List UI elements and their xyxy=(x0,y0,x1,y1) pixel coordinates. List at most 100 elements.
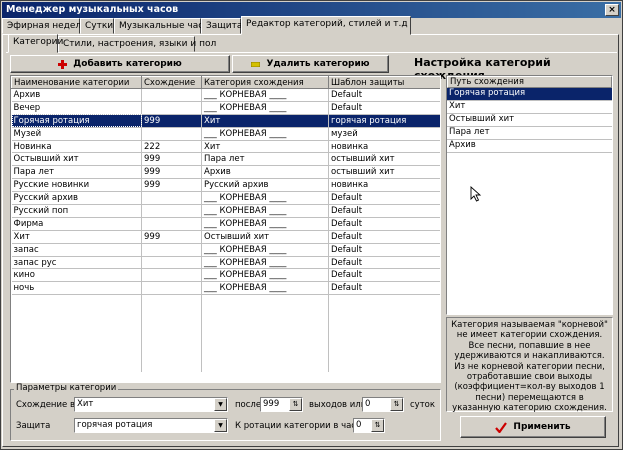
table-cell[interactable]: 222 xyxy=(141,140,202,154)
rotation-stepper[interactable]: 0 ⇅ xyxy=(353,418,385,433)
table-row[interactable]: Хит 999 Остывший хит Default xyxy=(11,230,440,244)
delete-category-button[interactable]: Удалить категорию xyxy=(232,55,389,73)
table-cell[interactable]: Остывший хит xyxy=(11,152,142,167)
table-cell[interactable]: ___ КОРНЕВАЯ ____ xyxy=(201,88,329,102)
table-cell[interactable]: Default xyxy=(328,230,440,244)
table-cell[interactable]: кино xyxy=(11,268,142,283)
table-row[interactable]: Новинка 222 Хит новинка xyxy=(11,140,440,154)
table-cell[interactable]: Хит xyxy=(201,140,329,154)
table-row[interactable]: запас рус ___ КОРНЕВАЯ ____ Default xyxy=(11,256,440,270)
table-row[interactable]: Русский архив ___ КОРНЕВАЯ ____ Default xyxy=(11,191,440,206)
table-cell[interactable]: горячая ротация xyxy=(328,114,440,128)
table-cell[interactable]: Default xyxy=(328,204,440,218)
table-cell[interactable]: Музей xyxy=(11,127,142,141)
table-cell[interactable]: запас рус xyxy=(11,256,142,270)
table-cell[interactable]: новинка xyxy=(328,178,440,193)
table-cell[interactable]: 999 xyxy=(141,152,202,167)
table-cell[interactable]: Пара лет xyxy=(11,165,142,180)
table-cell[interactable]: Архив xyxy=(11,88,142,102)
tab-day[interactable]: Сутки xyxy=(80,18,114,34)
table-cell[interactable]: Остывший хит xyxy=(201,230,329,244)
table-cell[interactable]: 999 xyxy=(141,165,202,180)
table-row[interactable]: кино ___ КОРНЕВАЯ ____ Default xyxy=(11,268,440,283)
table-cell[interactable]: остывший хит xyxy=(328,165,440,180)
table-cell[interactable] xyxy=(141,204,202,218)
table-cell[interactable]: ___ КОРНЕВАЯ ____ xyxy=(201,101,329,115)
path-list-item[interactable]: Остывший хит xyxy=(447,114,612,127)
subtab-styles[interactable]: Стили, настроения, языки и пол xyxy=(58,36,216,52)
table-cell[interactable]: ___ КОРНЕВАЯ ____ xyxy=(201,268,329,283)
spin-arrows-icon[interactable]: ⇅ xyxy=(390,398,403,411)
table-cell[interactable]: ___ КОРНЕВАЯ ____ xyxy=(201,191,329,206)
table-cell[interactable]: ___ КОРНЕВАЯ ____ xyxy=(201,256,329,270)
table-cell[interactable]: ___ КОРНЕВАЯ ____ xyxy=(201,243,329,257)
table-cell[interactable]: 999 xyxy=(141,230,202,244)
table-row[interactable]: Пара лет 999 Архив остывший хит xyxy=(11,165,440,180)
close-button[interactable]: × xyxy=(605,4,619,16)
table-cell[interactable]: музей xyxy=(328,127,440,141)
table-row[interactable]: Музей ___ КОРНЕВАЯ ____ музей xyxy=(11,127,440,141)
column-header-target-category[interactable]: Категория схождения xyxy=(201,76,329,89)
table-row[interactable]: Вечер ___ КОРНЕВАЯ ____ Default xyxy=(11,101,440,115)
chevron-down-icon[interactable]: ▼ xyxy=(214,398,227,411)
table-cell[interactable]: ___ КОРНЕВАЯ ____ xyxy=(201,204,329,218)
table-cell[interactable]: Хит xyxy=(201,114,329,128)
table-cell[interactable]: Русский архив xyxy=(201,178,329,193)
table-cell[interactable] xyxy=(141,268,202,283)
table-cell[interactable] xyxy=(141,281,202,296)
table-cell[interactable]: ___ КОРНЕВАЯ ____ xyxy=(201,217,329,231)
table-row[interactable]: Русский поп ___ КОРНЕВАЯ ____ Default xyxy=(11,204,440,218)
column-header-protection-template[interactable]: Шаблон защиты xyxy=(328,76,440,89)
table-cell[interactable]: Горячая ротация xyxy=(11,114,142,128)
table-cell[interactable]: Вечер xyxy=(11,101,142,115)
table-row[interactable]: Фирма ___ КОРНЕВАЯ ____ Default xyxy=(11,217,440,231)
table-cell[interactable] xyxy=(141,101,202,115)
table-row[interactable]: ночь ___ КОРНЕВАЯ ____ Default xyxy=(11,281,440,296)
table-cell[interactable] xyxy=(141,127,202,141)
table-cell[interactable]: Русские новинки xyxy=(11,178,142,193)
tab-music-hours[interactable]: Музыкальные часы xyxy=(114,18,210,34)
tab-air-week[interactable]: Эфирная неделя xyxy=(2,18,87,34)
table-cell[interactable]: ___ КОРНЕВАЯ ____ xyxy=(201,127,329,141)
table-cell[interactable]: Default xyxy=(328,101,440,115)
table-cell[interactable] xyxy=(141,256,202,270)
table-row[interactable]: Горячая ротация 999 Хит горячая ротация xyxy=(11,114,440,128)
table-cell[interactable]: Default xyxy=(328,268,440,283)
tab-category-editor[interactable]: Редактор категорий, стилей и т.д xyxy=(241,16,411,35)
chevron-down-icon[interactable]: ▼ xyxy=(214,419,227,432)
table-cell[interactable]: Русский архив xyxy=(11,191,142,206)
add-category-button[interactable]: Добавить категорию xyxy=(10,55,230,73)
table-cell[interactable]: новинка xyxy=(328,140,440,154)
table-cell[interactable]: ___ КОРНЕВАЯ ____ xyxy=(201,281,329,296)
subtab-categories[interactable]: Категории xyxy=(8,34,63,53)
table-cell[interactable]: Русский поп xyxy=(11,204,142,218)
days-stepper[interactable]: 0 ⇅ xyxy=(362,397,404,412)
spin-arrows-icon[interactable]: ⇅ xyxy=(371,419,384,432)
path-list-item[interactable]: Горячая ротация xyxy=(447,88,612,101)
path-list-item[interactable]: Архив xyxy=(447,140,612,153)
after-stepper[interactable]: 999 ⇅ xyxy=(260,397,303,412)
table-cell[interactable]: Default xyxy=(328,243,440,257)
table-row[interactable]: Остывший хит 999 Пара лет остывший хит xyxy=(11,152,440,167)
table-cell[interactable]: Default xyxy=(328,217,440,231)
table-cell[interactable]: ночь xyxy=(11,281,142,296)
table-row[interactable]: запас ___ КОРНЕВАЯ ____ Default xyxy=(11,243,440,257)
tab-protection[interactable]: Защита xyxy=(201,18,242,34)
table-cell[interactable]: Default xyxy=(328,256,440,270)
table-cell[interactable]: Архив xyxy=(201,165,329,180)
table-cell[interactable]: Default xyxy=(328,191,440,206)
table-cell[interactable]: 999 xyxy=(141,178,202,193)
table-cell[interactable]: Default xyxy=(328,88,440,102)
table-cell[interactable]: Default xyxy=(328,281,440,296)
table-cell[interactable] xyxy=(141,243,202,257)
table-cell[interactable] xyxy=(141,217,202,231)
categories-table[interactable]: Наименование категории Схождение Категор… xyxy=(10,75,441,383)
column-header-name[interactable]: Наименование категории xyxy=(11,76,142,89)
path-list-item[interactable]: Пара лет xyxy=(447,127,612,140)
table-cell[interactable] xyxy=(141,191,202,206)
table-cell[interactable] xyxy=(141,88,202,102)
table-cell[interactable]: Фирма xyxy=(11,217,142,231)
convergence-select[interactable]: Хит ▼ xyxy=(74,397,228,412)
path-list-item[interactable]: Хит xyxy=(447,101,612,114)
apply-button[interactable]: Применить xyxy=(460,416,606,438)
